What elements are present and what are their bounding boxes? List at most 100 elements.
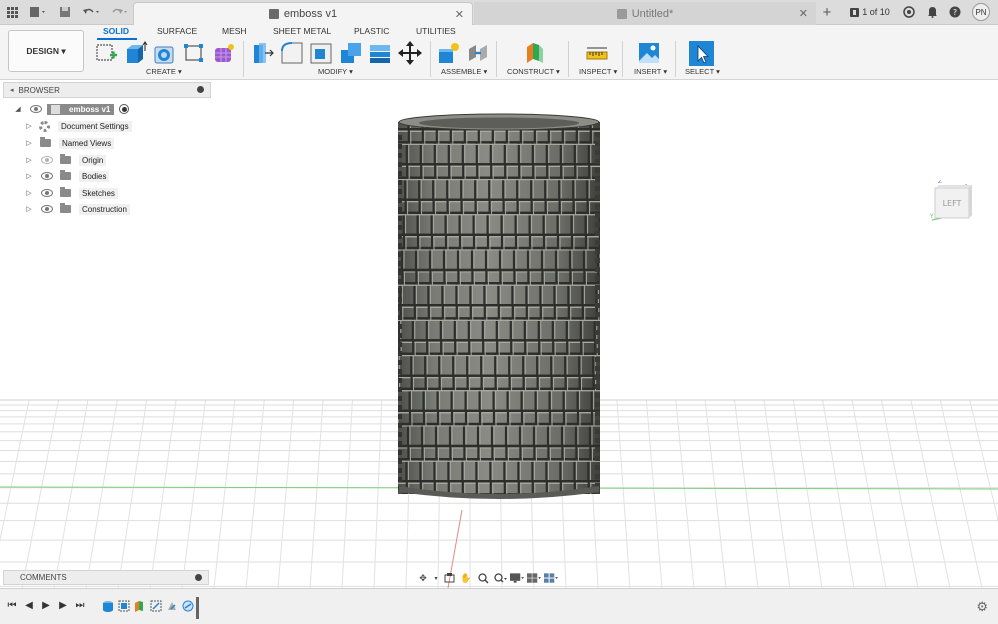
expand-caret-icon[interactable]: ▷ — [25, 122, 33, 130]
expand-caret-icon[interactable]: ▷ — [25, 189, 33, 197]
online-status-icon[interactable] — [902, 4, 916, 20]
new-component-icon[interactable] — [437, 41, 461, 65]
visibility-eye-icon[interactable] — [30, 105, 42, 113]
save-icon[interactable] — [58, 4, 72, 20]
group-assemble-label[interactable]: ASSEMBLE ▾ — [441, 67, 487, 77]
emboss-groove — [0, 80, 144, 552]
expand-caret-icon[interactable]: ▷ — [25, 156, 33, 164]
tree-item-bodies[interactable]: ▷ Bodies — [25, 169, 110, 183]
tab-surface[interactable]: SURFACE — [157, 25, 197, 37]
close-tab-icon[interactable]: ✕ — [799, 7, 808, 20]
insert-image-icon[interactable] — [637, 41, 661, 65]
tree-item-document-settings[interactable]: ▷ Document Settings — [25, 119, 132, 133]
chevron-down-icon[interactable]: ▾ — [433, 572, 439, 584]
timeline-marker[interactable] — [196, 597, 199, 619]
pan-hand-icon[interactable]: ✋ — [459, 572, 473, 584]
expand-caret-icon[interactable]: ▷ — [25, 205, 33, 213]
new-tab-button[interactable]: + — [818, 4, 836, 21]
edge-rib — [595, 294, 600, 299]
display-settings-icon[interactable] — [510, 572, 524, 584]
edge-rib — [398, 270, 402, 275]
canvas-viewport[interactable]: Z Y LEFT — [0, 80, 998, 588]
go-to-start-icon[interactable]: ⏮ — [6, 599, 18, 611]
combine-icon[interactable] — [339, 41, 363, 65]
root-component[interactable]: emboss v1 — [47, 103, 115, 115]
tree-item-construction[interactable]: ▷ Construction — [25, 202, 130, 216]
measure-icon[interactable] — [585, 41, 609, 65]
group-select-label[interactable]: SELECT ▾ — [685, 67, 720, 77]
visibility-eye-icon[interactable] — [41, 172, 53, 180]
visibility-eye-icon[interactable] — [41, 205, 53, 213]
collapse-caret-icon[interactable]: ◢ — [14, 105, 22, 113]
group-create-label[interactable]: CREATE ▾ — [146, 67, 182, 77]
select-cursor-icon[interactable] — [689, 41, 714, 66]
timeline-body-feature-icon[interactable] — [102, 599, 114, 612]
hidden-eye-icon[interactable] — [41, 156, 53, 164]
undo-icon[interactable] — [80, 4, 102, 20]
create-sketch-icon[interactable] — [95, 41, 119, 65]
grid-snaps-icon[interactable] — [527, 572, 541, 584]
press-pull-icon[interactable] — [251, 41, 275, 65]
tree-item-sketches[interactable]: ▷ Sketches — [25, 186, 118, 200]
comments-add-icon[interactable] — [195, 574, 202, 581]
apps-grid-icon[interactable] — [6, 4, 18, 20]
redo-icon[interactable] — [108, 4, 130, 20]
form-modeling-icon[interactable] — [212, 41, 236, 65]
move-copy-icon[interactable] — [398, 41, 422, 65]
panel-pin-icon[interactable] — [197, 86, 204, 93]
group-construct-label[interactable]: CONSTRUCT ▾ — [507, 67, 560, 77]
fillet-icon[interactable] — [280, 41, 304, 65]
play-icon[interactable]: ▶ — [40, 599, 52, 611]
tree-item-named-views[interactable]: ▷ Named Views — [25, 136, 115, 150]
tab-solid[interactable]: SOLID — [103, 25, 129, 37]
tab-mesh[interactable]: MESH — [222, 25, 247, 37]
go-to-end-icon[interactable]: ⏭ — [74, 599, 86, 611]
embossed-cylinder-model[interactable] — [0, 80, 998, 588]
file-menu-icon[interactable] — [28, 4, 48, 20]
step-back-icon[interactable]: ◀ — [23, 599, 35, 611]
scale-icon[interactable] — [368, 41, 392, 65]
tab-plastic[interactable]: PLASTIC — [354, 25, 389, 37]
browser-panel-header[interactable]: ◂ BROWSER — [3, 82, 211, 98]
timeline-plane-feature-icon[interactable] — [134, 599, 146, 612]
timeline-settings-gear-icon[interactable]: ⚙ — [976, 599, 988, 615]
joint-icon[interactable] — [466, 41, 490, 65]
shell-icon[interactable] — [309, 41, 333, 65]
collapse-panel-icon[interactable]: ◂ — [10, 86, 14, 94]
expand-caret-icon[interactable]: ▷ — [25, 139, 33, 147]
visibility-eye-icon[interactable] — [41, 189, 53, 197]
comments-panel-header[interactable]: COMMENTS — [3, 570, 209, 585]
tab-utilities[interactable]: UTILITIES — [416, 25, 456, 37]
notification-bell-icon[interactable] — [925, 4, 939, 20]
tree-item-origin[interactable]: ▷ Origin — [25, 153, 107, 167]
expand-caret-icon[interactable]: ▷ — [25, 172, 33, 180]
tab-untitled[interactable]: Untitled* ✕ — [474, 2, 816, 25]
tree-root[interactable]: ◢ emboss v1 — [14, 102, 130, 116]
group-modify-label[interactable]: MODIFY ▾ — [318, 67, 353, 77]
rectangle-sketch-icon[interactable] — [182, 41, 206, 65]
look-at-icon[interactable] — [442, 572, 456, 584]
offset-plane-icon[interactable] — [523, 41, 547, 65]
tab-sheet-metal[interactable]: SHEET METAL — [273, 25, 331, 37]
timeline-emboss2-feature-icon[interactable] — [182, 599, 194, 612]
tab-emboss[interactable]: emboss v1 ✕ — [133, 2, 473, 25]
step-forward-icon[interactable]: ▶ — [57, 599, 69, 611]
close-tab-icon[interactable]: ✕ — [455, 8, 464, 21]
timeline-sketch-feature-icon[interactable] — [118, 599, 130, 612]
timeline-sketch2-feature-icon[interactable] — [150, 599, 162, 612]
viewports-icon[interactable] — [544, 572, 558, 584]
workspace-switcher-button[interactable]: DESIGN ▾ — [8, 30, 84, 72]
job-status[interactable]: 1 of 10 — [846, 4, 894, 20]
group-inspect-label[interactable]: INSPECT ▾ — [579, 67, 617, 77]
zoom-icon[interactable] — [476, 572, 490, 584]
group-insert-label[interactable]: INSERT ▾ — [634, 67, 667, 77]
user-avatar[interactable]: PN — [972, 3, 990, 21]
revolve-icon[interactable] — [153, 41, 177, 65]
orbit-icon[interactable]: ✥ — [416, 572, 430, 584]
help-icon[interactable]: ? — [948, 4, 962, 20]
activate-radio-icon[interactable] — [119, 104, 130, 114]
fit-zoom-icon[interactable] — [493, 572, 507, 584]
extrude-icon[interactable] — [124, 41, 148, 65]
viewcube[interactable]: Z Y LEFT — [929, 178, 974, 224]
timeline-emboss-feature-icon[interactable] — [166, 599, 178, 611]
